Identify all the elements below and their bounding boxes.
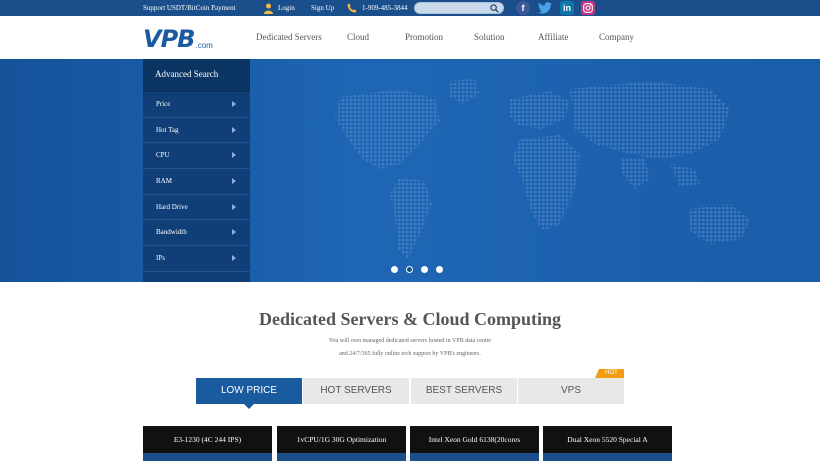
- chevron-right-icon: [232, 126, 236, 133]
- hot-badge: HOT: [595, 369, 624, 378]
- chevron-right-icon: [232, 229, 236, 236]
- tab-best-servers[interactable]: BEST SERVERS: [411, 378, 517, 404]
- server-card-title: Dual Xeon 5520 Special A: [567, 435, 648, 444]
- filter-label: IPs: [156, 254, 165, 263]
- top-bar: Support USDT/BitCoin Payment Login Sign …: [0, 0, 820, 16]
- login-label: Login: [278, 4, 295, 12]
- twitter-icon[interactable]: [538, 1, 552, 15]
- nav-company[interactable]: Company: [599, 32, 634, 42]
- world-map-graphic: [335, 79, 750, 259]
- phone-icon: [347, 3, 357, 13]
- phone-number: 1-909-485-3844: [347, 2, 408, 14]
- filter-ram[interactable]: RAM: [143, 169, 250, 195]
- filter-label: Price: [156, 100, 171, 108]
- server-card[interactable]: Dual Xeon 5520 Special A: [543, 426, 672, 461]
- server-card[interactable]: 1vCPU/1G 30G Optimization: [277, 426, 406, 461]
- server-card[interactable]: E3-1230 (4C 244 IPS): [143, 426, 272, 461]
- chevron-right-icon: [232, 101, 236, 107]
- header: VPB .com Dedicated Servers Cloud Promoti…: [0, 16, 820, 59]
- carousel-dots: [391, 266, 443, 273]
- logo-suffix: .com: [195, 41, 213, 50]
- filter-label: CPU: [156, 151, 170, 160]
- advanced-search-panel: Advanced Search Price Hot Tag CPU RAM Ha…: [143, 59, 250, 282]
- filter-hard-drive[interactable]: Hard Drive: [143, 195, 250, 221]
- filter-label: Hard Drive: [156, 202, 188, 211]
- filter-label: RAM: [156, 177, 172, 186]
- filter-bandwidth[interactable]: Bandwidth: [143, 220, 250, 247]
- tab-vps[interactable]: VPS: [518, 378, 624, 404]
- product-tabs: LOW PRICE HOT SERVERS BEST SERVERS VPS: [196, 378, 624, 404]
- filter-label: Bandwidth: [156, 228, 187, 237]
- server-card[interactable]: Intel Xeon Gold 6138(20cores: [410, 426, 539, 461]
- carousel-dot[interactable]: [436, 266, 443, 273]
- advanced-search-title: Advanced Search: [143, 59, 250, 92]
- search-input[interactable]: [421, 4, 489, 13]
- nav-promotion[interactable]: Promotion: [405, 32, 443, 42]
- nav-affiliate[interactable]: Affiliate: [538, 32, 568, 42]
- nav-dedicated-servers[interactable]: Dedicated Servers: [256, 32, 322, 42]
- search-icon[interactable]: [490, 4, 499, 13]
- facebook-icon[interactable]: f: [516, 1, 530, 15]
- linkedin-icon[interactable]: in: [560, 1, 574, 15]
- server-card-title: Intel Xeon Gold 6138(20cores: [428, 435, 521, 444]
- chevron-right-icon: [232, 255, 236, 262]
- nav-cloud[interactable]: Cloud: [347, 32, 369, 42]
- chevron-right-icon: [232, 152, 236, 159]
- support-payment-text: Support USDT/BitCoin Payment: [143, 4, 236, 12]
- active-tab-pointer: [244, 404, 254, 409]
- logo-text: VPB: [143, 25, 195, 53]
- carousel-dot-active[interactable]: [406, 266, 413, 273]
- server-card-title: E3-1230 (4C 244 IPS): [173, 435, 242, 444]
- filter-price[interactable]: Price: [143, 92, 250, 118]
- phone-label: 1-909-485-3844: [362, 4, 408, 12]
- carousel-dot[interactable]: [421, 266, 428, 273]
- section-subtitle: and 24/7/365 fully online tech support b…: [339, 351, 481, 357]
- chevron-right-icon: [232, 203, 236, 210]
- hero-banner[interactable]: [0, 59, 820, 282]
- tab-low-price[interactable]: LOW PRICE: [196, 378, 302, 404]
- server-card-title: 1vCPU/1G 30G Optimization: [296, 435, 387, 444]
- section-subtitle: You will own managed dedicated servers h…: [328, 338, 492, 344]
- signup-link[interactable]: Sign Up: [311, 4, 334, 12]
- filter-hot-tag[interactable]: Hot Tag: [143, 118, 250, 144]
- chevron-right-icon: [232, 178, 236, 185]
- nav-solution[interactable]: Solution: [474, 32, 505, 42]
- carousel-dot[interactable]: [391, 266, 398, 273]
- filter-ips[interactable]: IPs: [143, 246, 250, 272]
- filter-label: Hot Tag: [156, 125, 179, 134]
- login-link[interactable]: Login: [264, 2, 295, 14]
- search-box[interactable]: [414, 2, 504, 14]
- instagram-icon[interactable]: [581, 1, 595, 15]
- tab-hot-servers[interactable]: HOT SERVERS: [303, 378, 409, 404]
- user-icon: [264, 3, 273, 14]
- vpb-logo[interactable]: VPB .com: [143, 25, 213, 51]
- filter-cpu[interactable]: CPU: [143, 143, 250, 170]
- section-title: Dedicated Servers & Cloud Computing: [259, 309, 561, 329]
